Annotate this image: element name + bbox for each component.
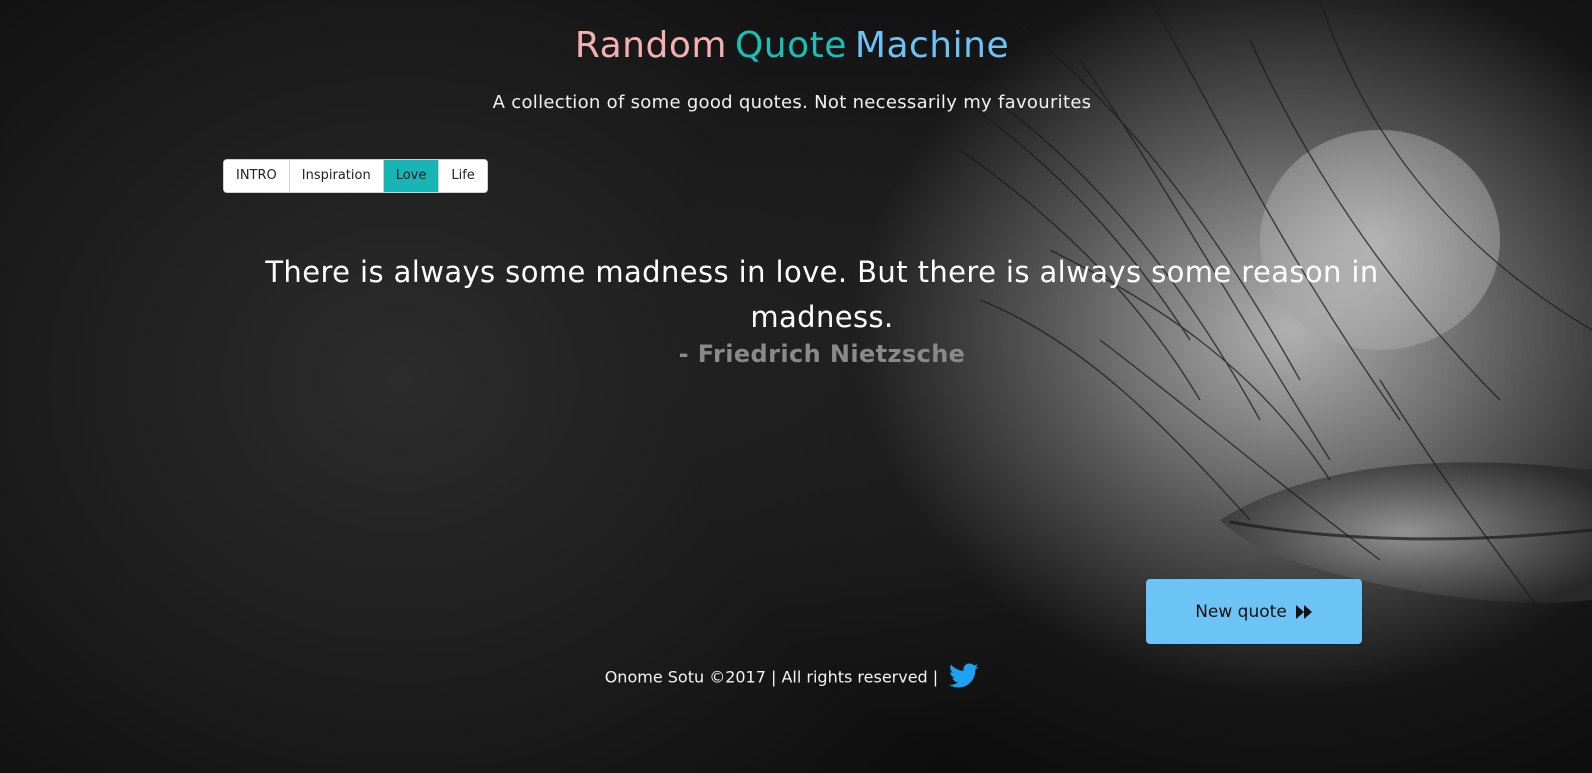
twitter-icon [949,663,979,688]
page: Random Quote Machine A collection of some … [0,0,1592,773]
title-word-quote: Quote [734,25,847,66]
new-quote-button[interactable]: New quote [1146,579,1362,644]
background-photo [819,0,1592,611]
new-quote-label: New quote [1195,601,1287,622]
title-word-random: Random [574,25,727,66]
app-subtitle: A collection of some good quotes. Not ne… [492,92,1092,113]
tab-life[interactable]: Life [439,160,487,192]
quote-text: There is always some madness in love. Bu… [265,255,1379,334]
fast-forward-icon [1295,604,1312,619]
tab-intro[interactable]: INTRO [224,160,290,192]
app-title: Random Quote Machine [0,25,1584,66]
tab-inspiration[interactable]: Inspiration [289,160,384,192]
title-word-machine: Machine [854,25,1010,66]
footer-text: Onome Sotu ©2017 | All rights reserved | [604,667,939,687]
tab-love[interactable]: Love [383,160,440,192]
footer: Onome Sotu ©2017 | All rights reserved | [0,663,1584,693]
quote-author: - Friedrich Nietzsche [678,340,966,368]
category-tabs: INTRO Inspiration Love Life [223,159,488,193]
twitter-link[interactable] [949,663,979,693]
